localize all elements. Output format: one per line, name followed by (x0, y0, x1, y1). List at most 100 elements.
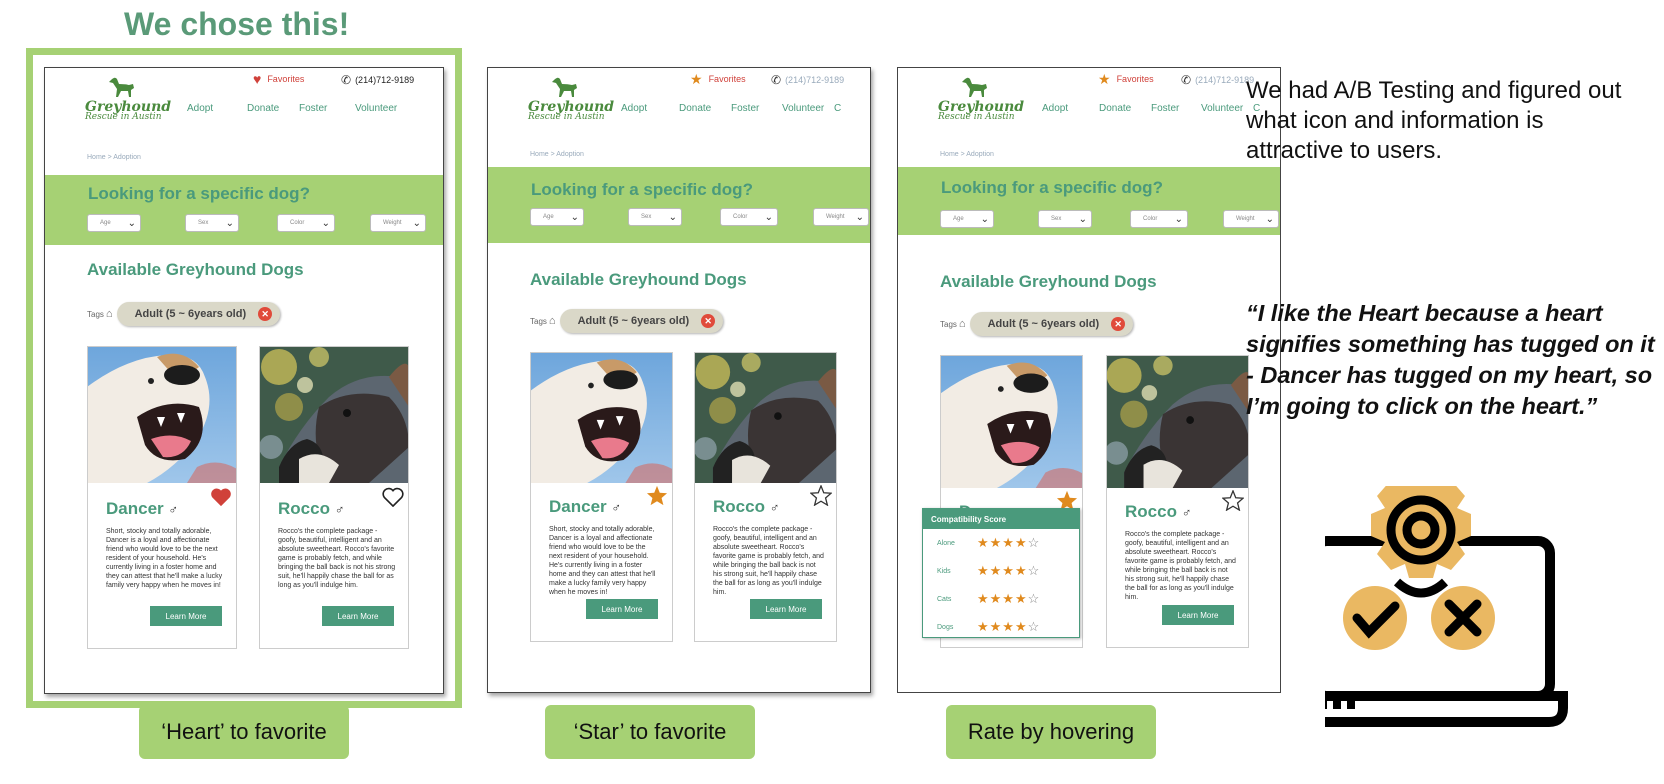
tag-icon: ⌂ (958, 318, 966, 330)
rating-stars-icon[interactable]: ★★★★☆ (977, 619, 1040, 635)
dog-photo[interactable] (531, 353, 672, 483)
rating-stars-icon[interactable]: ★★★★☆ (977, 591, 1040, 607)
available-title: Available Greyhound Dogs (530, 270, 747, 289)
greyhound-logo-icon (552, 77, 577, 97)
filter-weight[interactable]: Weight ⌄ (370, 214, 426, 232)
filter-label: Age (953, 216, 964, 222)
rating-stars-icon[interactable]: ★★★★☆ (977, 535, 1040, 551)
site-logo[interactable]: Greyhound Rescue in Austin (528, 74, 614, 134)
dog-photo[interactable] (88, 347, 236, 483)
search-band: Looking for a specific dog? Age ⌄ Sex ⌄ Color… (898, 167, 1280, 235)
phone-number: (214)712-9189 (785, 75, 845, 85)
phone-link[interactable]: ✆ (214)712-9189 (1181, 73, 1254, 87)
dog-card-rocco[interactable]: Rocco ♂ Rocco's the complete package - g… (1106, 355, 1249, 648)
nav-donate[interactable]: Donate (679, 103, 711, 114)
breadcrumb[interactable]: Home > Adoption (940, 151, 994, 158)
breadcrumb[interactable]: Home > Adoption (530, 151, 584, 158)
filter-sex[interactable]: Sex ⌄ (1038, 210, 1092, 228)
favorites-link[interactable]: ★ Favorites (690, 72, 746, 86)
nav-volunteer[interactable]: Volunteer (782, 103, 824, 114)
nav-donate[interactable]: Donate (247, 103, 279, 114)
favorites-link[interactable]: ♥ Favorites (253, 72, 304, 86)
filter-color[interactable]: Color ⌄ (720, 208, 778, 226)
star-outline-icon[interactable] (809, 484, 833, 510)
site-logo[interactable]: Greyhound Rescue in Austin (85, 74, 171, 134)
dog-photo[interactable] (941, 356, 1082, 488)
compat-row-cats[interactable]: Cats ★★★★☆ (923, 585, 1079, 613)
heart-icon: ♥ (253, 71, 262, 87)
dog-card-rocco[interactable]: Rocco ♂ Rocco's the complete package - g… (259, 346, 409, 649)
filter-label: Weight (1236, 216, 1255, 222)
favorites-label: Favorites (267, 74, 305, 84)
search-band: Looking for a specific dog? Age ⌄ Sex ⌄ Color… (488, 167, 870, 243)
dog-name: Dancer ♂ (549, 497, 621, 517)
chevron-down-icon: ⌄ (321, 217, 330, 229)
learn-more-button[interactable]: Learn More (1162, 605, 1234, 625)
dog-card-dancer[interactable]: Dancer ♂ Short, stocky and totally adora… (530, 352, 673, 642)
chevron-down-icon: ⌄ (570, 211, 579, 223)
compat-row-kids[interactable]: Kids ★★★★☆ (923, 557, 1079, 585)
nav-foster[interactable]: Foster (299, 103, 327, 114)
dog-description: Rocco's the complete package - goofy, be… (278, 528, 396, 589)
chevron-down-icon: ⌄ (668, 211, 677, 223)
filter-sex[interactable]: Sex ⌄ (628, 208, 682, 226)
heart-filled-icon[interactable] (210, 487, 232, 511)
dog-name-text: Rocco (278, 499, 330, 518)
nav-donate[interactable]: Donate (1099, 103, 1131, 114)
star-filled-icon[interactable] (646, 485, 668, 510)
nav-volunteer[interactable]: Volunteer (355, 103, 397, 114)
close-icon[interactable]: ✕ (258, 307, 273, 321)
filter-label: Age (100, 220, 111, 226)
nav-adopt[interactable]: Adopt (621, 103, 647, 114)
filter-weight[interactable]: Weight ⌄ (813, 208, 869, 226)
filter-age[interactable]: Age ⌄ (530, 208, 584, 226)
dog-photo[interactable] (1107, 356, 1248, 488)
heart-outline-icon[interactable] (382, 487, 404, 511)
nav-adopt[interactable]: Adopt (1042, 103, 1068, 114)
filter-age[interactable]: Age ⌄ (940, 210, 994, 228)
nav-foster[interactable]: Foster (731, 103, 759, 114)
nav-adopt[interactable]: Adopt (187, 103, 213, 114)
dog-photo[interactable] (260, 347, 408, 483)
chevron-down-icon: ⌄ (980, 213, 989, 225)
learn-more-button[interactable]: Learn More (586, 599, 658, 619)
tags-row: Tags ⌂ Adult (5 ~ 6years old) ✕ (530, 309, 724, 333)
filter-age[interactable]: Age ⌄ (87, 214, 141, 232)
dog-card-dancer[interactable]: Dancer ♂ Short, stocky and totally adora… (87, 346, 237, 649)
star-outline-icon[interactable] (1221, 489, 1245, 515)
tag-chip[interactable]: Adult (5 ~ 6years old) ✕ (559, 309, 724, 333)
learn-more-button[interactable]: Learn More (750, 599, 822, 619)
close-icon[interactable]: ✕ (1111, 317, 1126, 331)
close-icon[interactable]: ✕ (701, 314, 716, 328)
rating-stars-icon[interactable]: ★★★★☆ (977, 563, 1040, 579)
tag-chip[interactable]: Adult (5 ~ 6years old) ✕ (116, 302, 281, 326)
chevron-down-icon: ⌄ (127, 217, 136, 229)
dog-description: Short, stocky and totally adorable, Danc… (549, 526, 656, 596)
nav-foster[interactable]: Foster (1151, 103, 1179, 114)
learn-more-button[interactable]: Learn More (150, 606, 222, 626)
filter-color[interactable]: Color ⌄ (1130, 210, 1188, 228)
phone-link[interactable]: ✆ (214)712-9189 (341, 73, 414, 87)
favorites-label: Favorites (1116, 74, 1154, 84)
ab-testing-icon (1325, 486, 1568, 727)
compat-row-dogs[interactable]: Dogs ★★★★☆ (923, 613, 1079, 641)
headline: We chose this! (124, 6, 350, 42)
dog-photo[interactable] (695, 353, 836, 483)
tag-chip[interactable]: Adult (5 ~ 6years old) ✕ (969, 312, 1134, 336)
filter-sex[interactable]: Sex ⌄ (185, 214, 239, 232)
chevron-down-icon: ⌄ (225, 217, 234, 229)
tags-label: Tags (940, 319, 957, 329)
search-title: Looking for a specific dog? (941, 178, 1163, 197)
breadcrumb[interactable]: Home > Adoption (87, 154, 141, 161)
nav-volunteer[interactable]: Volunteer (1201, 103, 1243, 114)
favorites-link[interactable]: ★ Favorites (1098, 72, 1154, 86)
filter-color[interactable]: Color ⌄ (277, 214, 335, 232)
site-logo[interactable]: Greyhound Rescue in Austin (938, 74, 1024, 134)
compat-row-alone[interactable]: Alone ★★★★☆ (923, 529, 1079, 557)
dog-name: Rocco ♂ (278, 499, 344, 519)
dog-card-rocco[interactable]: Rocco ♂ Rocco's the complete package - g… (694, 352, 837, 642)
phone-link[interactable]: ✆ (214)712-9189 (771, 73, 844, 87)
filter-weight[interactable]: Weight ⌄ (1223, 210, 1279, 228)
learn-more-button[interactable]: Learn More (322, 606, 394, 626)
star-icon: ★ (1098, 71, 1111, 87)
